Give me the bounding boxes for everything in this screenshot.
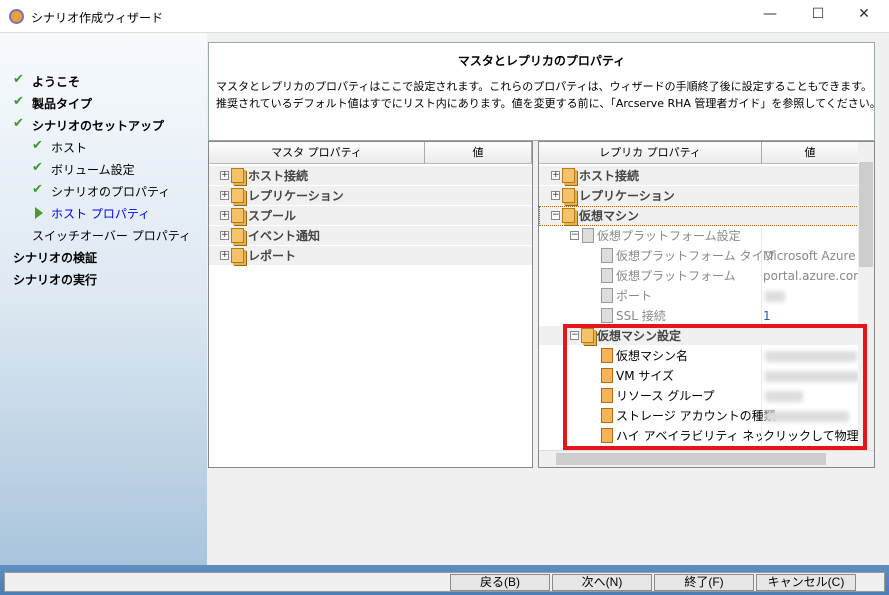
property-row[interactable]: 仮想プラットフォーム タイプ Microsoft Azure <box>539 246 859 266</box>
group-label: イベント通知 <box>248 229 321 243</box>
check-icon: ✔ <box>32 182 43 197</box>
master-value-column-header[interactable]: 値 <box>425 142 532 164</box>
group-label: レプリケーション <box>579 189 675 203</box>
step-scenario-verification: シナリオの検証 <box>13 251 98 265</box>
finish-button[interactable]: 終了(F) <box>654 574 754 591</box>
cancel-button[interactable]: キャンセル(C) <box>756 574 856 591</box>
check-icon: ✔ <box>13 116 24 131</box>
master-name-column-header[interactable]: マスタ プロパティ <box>209 142 425 164</box>
minimize-button[interactable]: — <box>758 6 782 26</box>
property-row[interactable]: SSL 接続 1 <box>539 306 859 326</box>
collapse-icon[interactable]: − <box>570 231 579 240</box>
master-group-report[interactable]: + レポート <box>209 246 532 266</box>
check-icon: ✔ <box>32 160 43 175</box>
expand-icon[interactable]: + <box>220 251 229 260</box>
property-row[interactable]: 仮想プラットフォーム portal.azure.com <box>539 266 865 286</box>
step-scenario-run: シナリオの実行 <box>13 273 98 287</box>
page-header: マスタとレプリカのプロパティ マスタとレプリカのプロパティはここで設定されます。… <box>208 42 881 141</box>
folder-icon <box>562 188 575 203</box>
description-line-2: 推奨されているデフォルト値はすでにリスト内にあります。値を変更する前に、「Arc… <box>216 97 881 110</box>
document-icon <box>582 228 594 243</box>
document-icon <box>601 308 613 323</box>
check-icon: ✔ <box>13 94 24 109</box>
expand-icon[interactable]: + <box>551 191 560 200</box>
folder-icon <box>231 168 244 183</box>
check-icon: ✔ <box>13 72 24 87</box>
step-scenario-properties: シナリオのプロパティ <box>51 185 171 199</box>
master-group-event-notification[interactable]: + イベント通知 <box>209 226 532 246</box>
current-step-arrow-icon <box>35 207 43 219</box>
property-name: 仮想プラットフォーム タイプ <box>616 249 776 263</box>
group-label: レプリケーション <box>248 189 344 203</box>
group-label: スプール <box>248 209 297 223</box>
scrollbar-thumb[interactable] <box>859 162 873 267</box>
step-product-type: 製品タイプ <box>32 97 93 111</box>
replica-value-column-header[interactable]: 値 <box>762 142 859 164</box>
highlight-box <box>563 324 867 450</box>
description-line-1: マスタとレプリカのプロパティはここで設定されます。これらのプロパティは、ウィザー… <box>216 80 873 93</box>
expand-icon[interactable]: + <box>220 211 229 220</box>
horizontal-scrollbar[interactable] <box>539 450 874 467</box>
next-button[interactable]: 次へ(N) <box>552 574 652 591</box>
property-name: SSL 接続 <box>616 309 666 323</box>
property-name: ポート <box>616 289 653 303</box>
master-group-replication[interactable]: + レプリケーション <box>209 186 532 206</box>
folder-icon <box>231 208 244 223</box>
redacted-value <box>765 291 785 302</box>
folder-icon <box>231 188 244 203</box>
scrollbar-thumb[interactable] <box>556 453 826 465</box>
group-label: レポート <box>248 249 297 263</box>
platform-settings-group[interactable]: − 仮想プラットフォーム設定 <box>539 226 859 246</box>
title-bar: シナリオ作成ウィザード — ☐ ✕ <box>0 0 889 33</box>
folder-icon <box>231 228 244 243</box>
step-host: ホスト <box>51 141 88 155</box>
page-title: マスタとレプリカのプロパティ <box>457 54 626 68</box>
folder-icon <box>562 168 575 183</box>
step-switchover-properties: スイッチオーバー プロパティ <box>32 229 191 243</box>
expand-icon[interactable]: + <box>551 171 560 180</box>
window-title: シナリオ作成ウィザード <box>31 11 164 25</box>
folder-icon <box>231 248 244 263</box>
replica-group-replication[interactable]: + レプリケーション <box>539 186 859 206</box>
check-icon: ✔ <box>32 138 43 153</box>
group-label: 仮想マシン <box>579 209 640 223</box>
step-scenario-setup: シナリオのセットアップ <box>32 119 165 133</box>
replica-group-virtual-machine[interactable]: − 仮想マシン <box>539 206 859 226</box>
expand-icon[interactable]: + <box>220 191 229 200</box>
group-label: ホスト接続 <box>248 169 309 183</box>
document-icon <box>601 268 613 283</box>
collapse-icon[interactable]: − <box>551 211 560 220</box>
property-row[interactable]: ポート <box>539 286 859 306</box>
step-welcome: ようこそ <box>32 75 81 89</box>
expand-icon[interactable]: + <box>220 231 229 240</box>
step-host-properties: ホスト プロパティ <box>51 207 151 221</box>
document-icon <box>601 248 613 263</box>
property-value: 1 <box>763 309 771 323</box>
property-value: portal.azure.com <box>763 269 865 283</box>
group-label: 仮想プラットフォーム設定 <box>597 229 741 243</box>
property-value: Microsoft Azure <box>763 249 856 263</box>
expand-icon[interactable]: + <box>220 171 229 180</box>
group-label: ホスト接続 <box>579 169 640 183</box>
wizard-steps-panel <box>0 33 207 565</box>
maximize-button[interactable]: ☐ <box>806 6 830 26</box>
app-icon <box>9 9 24 24</box>
master-group-host-connection[interactable]: + ホスト接続 <box>209 166 532 186</box>
master-properties-tree[interactable]: マスタ プロパティ 値 + ホスト接続 + レプリケーション + スプール + イベント… <box>208 141 533 468</box>
close-button[interactable]: ✕ <box>852 6 876 26</box>
replica-group-host-connection[interactable]: + ホスト接続 <box>539 166 859 186</box>
step-volume: ボリューム設定 <box>51 163 135 177</box>
master-group-spool[interactable]: + スプール <box>209 206 532 226</box>
folder-icon <box>562 208 575 223</box>
replica-name-column-header[interactable]: レプリカ プロパティ <box>539 142 762 164</box>
document-icon <box>601 288 613 303</box>
back-button[interactable]: 戻る(B) <box>450 574 550 591</box>
property-name: 仮想プラットフォーム <box>616 269 736 283</box>
